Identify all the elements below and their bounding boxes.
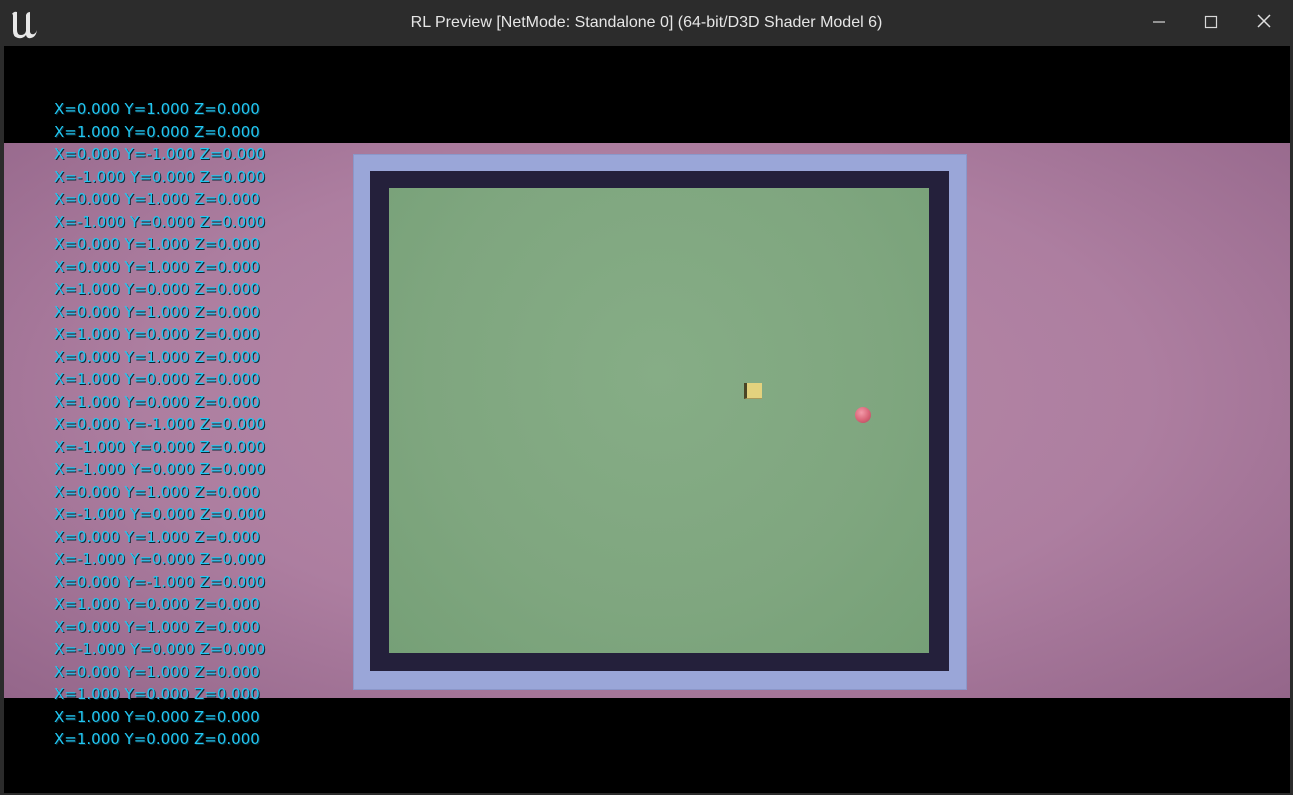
title-bar[interactable]: RL Preview [NetMode: Standalone 0] (64-b…	[0, 0, 1293, 46]
debug-log-line: X=1.000 Y=0.000 Z=0.000	[54, 370, 260, 388]
debug-log-line: X=0.000 Y=1.000 Z=0.000	[54, 302, 260, 321]
agent-cube	[744, 383, 762, 399]
debug-log-line: X=0.000 Y=-1.000 Z=0.000	[54, 415, 266, 433]
maximize-icon	[1204, 14, 1218, 33]
arena-wall	[353, 154, 967, 690]
close-icon	[1256, 13, 1272, 33]
debug-log-line: X=1.000 Y=0.000 Z=0.000	[54, 392, 260, 411]
debug-log: X=0.000 Y=1.000 Z=0.000 X=1.000 Y=0.000 Z…	[54, 98, 265, 751]
debug-log-line: X=-1.000 Y=0.000 Z=0.000	[54, 212, 266, 231]
arena-floor	[389, 188, 929, 653]
arena-wall-inner	[370, 171, 949, 671]
debug-log-line: X=0.000 Y=1.000 Z=0.000	[54, 235, 260, 253]
debug-log-line: X=-1.000 Y=0.000 Z=0.000	[54, 460, 266, 478]
debug-log-line: X=0.000 Y=1.000 Z=0.000	[54, 347, 260, 366]
close-button[interactable]	[1238, 0, 1290, 46]
debug-log-line: X=0.000 Y=1.000 Z=0.000	[54, 190, 260, 208]
minimize-button[interactable]	[1133, 0, 1185, 46]
window-title: RL Preview [NetMode: Standalone 0] (64-b…	[410, 14, 883, 31]
debug-log-line: X=-1.000 Y=0.000 Z=0.000	[54, 437, 266, 456]
debug-log-line: X=0.000 Y=-1.000 Z=0.000	[54, 572, 266, 591]
debug-log-line: X=-1.000 Y=0.000 Z=0.000	[54, 167, 266, 186]
debug-log-line: X=1.000 Y=0.000 Z=0.000	[54, 325, 260, 343]
debug-log-line: X=0.000 Y=1.000 Z=0.000	[54, 482, 260, 501]
debug-log-line: X=0.000 Y=1.000 Z=0.000	[54, 100, 260, 118]
target-ball	[855, 407, 871, 423]
debug-log-line: X=0.000 Y=1.000 Z=0.000	[54, 662, 260, 681]
debug-log-line: X=-1.000 Y=0.000 Z=0.000	[54, 505, 266, 523]
minimize-icon	[1152, 14, 1166, 33]
debug-log-line: X=1.000 Y=0.000 Z=0.000	[54, 280, 260, 298]
debug-log-line: X=1.000 Y=0.000 Z=0.000	[54, 730, 260, 748]
debug-log-line: X=0.000 Y=-1.000 Z=0.000	[54, 145, 266, 163]
debug-log-line: X=0.000 Y=1.000 Z=0.000	[54, 527, 260, 546]
debug-log-line: X=0.000 Y=1.000 Z=0.000	[54, 257, 260, 276]
game-window: RL Preview [NetMode: Standalone 0] (64-b…	[0, 0, 1293, 795]
debug-log-line: X=1.000 Y=0.000 Z=0.000	[54, 707, 260, 726]
debug-log-line: X=-1.000 Y=0.000 Z=0.000	[54, 550, 266, 568]
maximize-button[interactable]	[1185, 0, 1237, 46]
debug-log-line: X=1.000 Y=0.000 Z=0.000	[54, 595, 260, 613]
debug-log-line: X=0.000 Y=1.000 Z=0.000	[54, 617, 260, 636]
debug-log-line: X=1.000 Y=0.000 Z=0.000	[54, 122, 260, 141]
debug-log-line: X=-1.000 Y=0.000 Z=0.000	[54, 640, 266, 658]
game-viewport[interactable]: X=0.000 Y=1.000 Z=0.000 X=1.000 Y=0.000 Z…	[4, 46, 1290, 793]
debug-log-line: X=1.000 Y=0.000 Z=0.000	[54, 685, 260, 703]
